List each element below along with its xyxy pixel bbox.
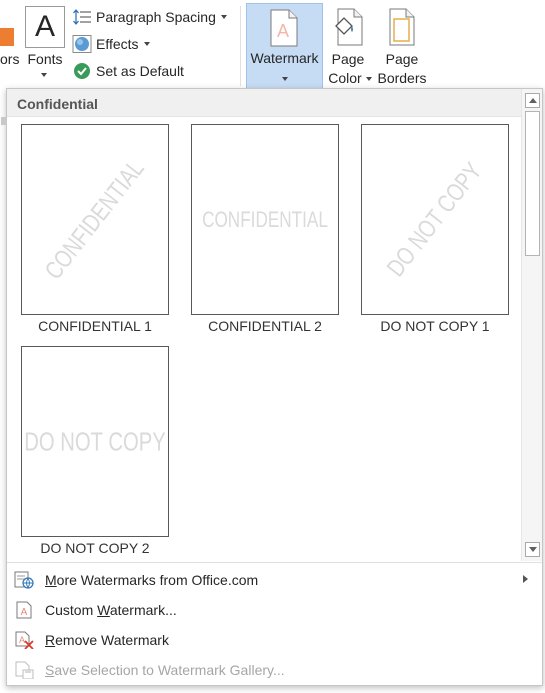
save-to-gallery-icon xyxy=(14,661,34,680)
arrow-down-icon xyxy=(529,547,537,552)
scroll-up-button[interactable] xyxy=(525,93,540,108)
scroll-down-button[interactable] xyxy=(525,542,540,557)
gallery-item-confidential-2[interactable]: CONFIDENTIAL CONFIDENTIAL 2 xyxy=(188,124,358,344)
watermark-label: Watermark xyxy=(250,50,319,66)
fonts-label: Fonts xyxy=(27,51,63,67)
effects-button[interactable]: Effects xyxy=(72,33,150,55)
menu-item-label: Save Selection to Watermark Gallery... xyxy=(45,662,285,678)
watermark-dropdown: Confidential CONFIDENTIAL CONFIDENTIAL 1… xyxy=(1,88,543,686)
gallery-item-do-not-copy-1[interactable]: DO NOT COPY DO NOT COPY 1 xyxy=(358,124,528,344)
effects-icon xyxy=(72,35,92,53)
page-color-label-1: Page xyxy=(331,51,365,67)
watermark-preview-text: CONFIDENTIAL xyxy=(202,206,328,232)
page-thumbnail: CONFIDENTIAL xyxy=(21,124,169,315)
page-borders-icon xyxy=(389,8,415,46)
chevron-down-icon xyxy=(220,15,227,19)
svg-text:A: A xyxy=(277,21,289,41)
watermark-preview-text: DO NOT COPY xyxy=(24,426,166,456)
colors-swatch-icon[interactable] xyxy=(0,28,14,46)
colors-button-label[interactable]: ors xyxy=(0,51,19,67)
gallery-item-label: CONFIDENTIAL 2 xyxy=(208,318,322,334)
watermark-gallery: Confidential CONFIDENTIAL CONFIDENTIAL 1… xyxy=(7,89,521,561)
page-borders-button[interactable]: Page Borders xyxy=(374,4,430,88)
watermark-icon: A xyxy=(14,601,34,619)
scrollbar-thumb[interactable] xyxy=(525,111,540,256)
set-as-default-button[interactable]: Set as Default xyxy=(72,60,184,82)
gallery-item-confidential-1[interactable]: CONFIDENTIAL CONFIDENTIAL 1 xyxy=(18,124,188,344)
chevron-down-icon xyxy=(366,77,372,81)
fonts-button[interactable]: A Fonts xyxy=(22,4,68,86)
chevron-right-icon xyxy=(523,575,528,583)
ribbon: ors A Fonts Paragraph Spacing Effects Se… xyxy=(0,0,545,90)
page-thumbnail: DO NOT COPY xyxy=(361,124,509,315)
menu-item-label: More Watermarks from Office.com xyxy=(45,572,259,588)
watermark-preview-text: DO NOT COPY xyxy=(381,156,488,282)
arrow-up-icon xyxy=(529,98,537,103)
gallery-scrollbar[interactable] xyxy=(521,89,542,561)
gallery-item-label: CONFIDENTIAL 1 xyxy=(38,318,152,334)
gallery-item-label: DO NOT COPY 1 xyxy=(380,318,490,334)
custom-watermark-menu-item[interactable]: A Custom Watermark... xyxy=(7,595,542,625)
svg-text:A: A xyxy=(19,635,25,645)
chevron-down-icon xyxy=(282,77,288,81)
remove-watermark-menu-item[interactable]: A Remove Watermark xyxy=(7,625,542,655)
page-color-label-2: Color xyxy=(328,70,362,86)
page-color-icon xyxy=(335,8,363,46)
chevron-down-icon xyxy=(41,73,47,77)
gallery-section-title: Confidential xyxy=(7,89,521,117)
watermark-preview-text: CONFIDENTIAL xyxy=(39,154,150,285)
watermark-icon: A xyxy=(270,9,298,47)
gallery-item-label: DO NOT COPY 2 xyxy=(40,540,150,556)
svg-text:A: A xyxy=(21,607,28,618)
remove-watermark-icon: A xyxy=(14,631,34,650)
page-color-button[interactable]: Page Color xyxy=(325,4,372,88)
fonts-icon: A xyxy=(25,6,65,48)
gallery-item-do-not-copy-2[interactable]: DO NOT COPY DO NOT COPY 2 xyxy=(18,346,188,566)
page-borders-label-1: Page xyxy=(385,51,419,67)
page-borders-label-2: Borders xyxy=(377,70,427,86)
page-thumbnail: CONFIDENTIAL xyxy=(191,124,339,315)
watermark-button[interactable]: A Watermark xyxy=(246,3,323,90)
checkmark-icon xyxy=(72,62,92,80)
paragraph-spacing-button[interactable]: Paragraph Spacing xyxy=(72,6,227,28)
ribbon-group-divider xyxy=(240,6,241,86)
office-online-icon xyxy=(14,571,34,589)
menu-divider xyxy=(7,562,542,563)
chevron-down-icon xyxy=(143,42,150,46)
save-selection-menu-item: Save Selection to Watermark Gallery... xyxy=(7,655,542,685)
menu-item-label: Custom Watermark... xyxy=(45,602,177,618)
paragraph-spacing-icon xyxy=(72,8,92,26)
set-as-default-label: Set as Default xyxy=(96,63,184,79)
effects-label: Effects xyxy=(96,36,139,52)
more-watermarks-menu-item[interactable]: More Watermarks from Office.com xyxy=(7,565,542,595)
paragraph-spacing-label: Paragraph Spacing xyxy=(96,9,216,25)
menu-item-label: Remove Watermark xyxy=(45,632,169,648)
page-thumbnail: DO NOT COPY xyxy=(21,346,169,537)
